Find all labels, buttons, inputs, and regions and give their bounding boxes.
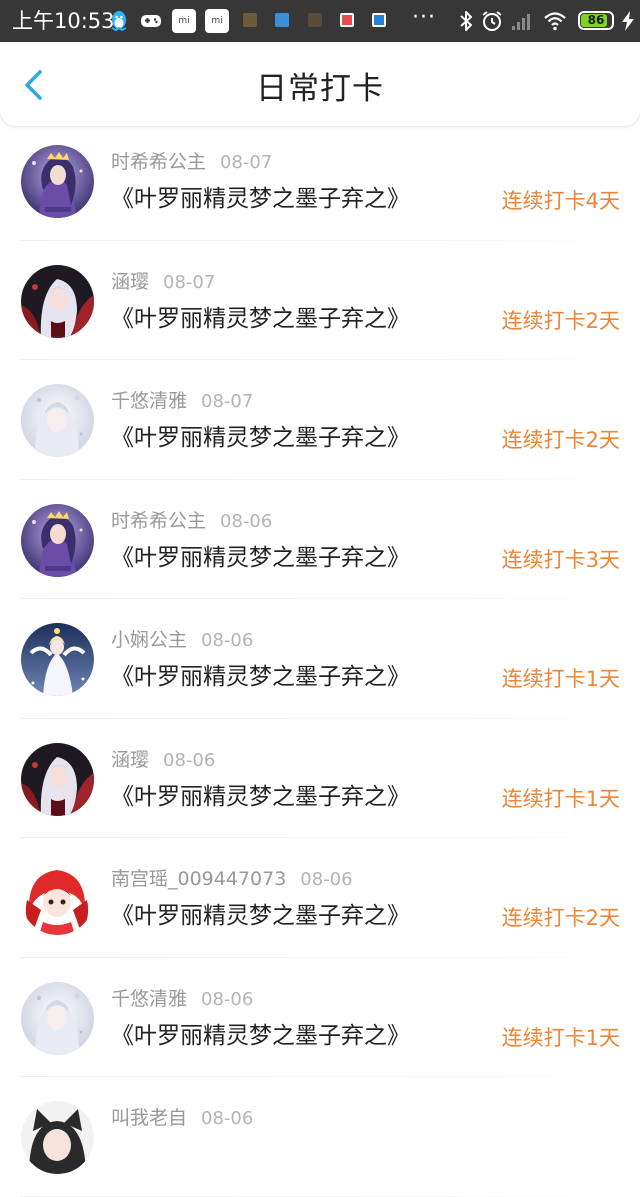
qq-icon: [111, 11, 127, 32]
app-notification-icon: [372, 13, 386, 27]
avatar[interactable]: [21, 981, 94, 1055]
status-bar: 上午10:53 mi mi ··· 86: [0, 0, 640, 42]
username-text[interactable]: 时希希公主: [111, 151, 206, 173]
checkin-item[interactable]: 南宫瑶_009447073 08-06 《叶罗丽精灵梦之墨子弃之》 连续打卡2天: [0, 838, 640, 958]
book-title: 《叶罗丽精灵梦之墨子弃之》: [111, 544, 410, 571]
username[interactable]: 叫我老自 08-06: [111, 1105, 253, 1132]
checkin-date: 08-06: [201, 630, 254, 651]
book-title: 《叶罗丽精灵梦之墨子弃之》: [111, 903, 410, 929]
bluetooth-icon: [460, 11, 472, 31]
wifi-icon: [544, 12, 566, 31]
item-divider: [20, 1195, 620, 1197]
avatar[interactable]: [21, 862, 94, 935]
checkin-date: 08-07: [163, 271, 216, 293]
checkin-item[interactable]: 涵璎 08-07 《叶罗丽精灵梦之墨子弃之》 连续打卡2天: [0, 241, 640, 360]
checkin-date: 08-06: [300, 869, 353, 890]
mi-icon: mi: [172, 9, 196, 33]
mi-icon: mi: [205, 9, 229, 33]
streak-label: 连续打卡1天: [501, 786, 620, 811]
book-title: 《叶罗丽精灵梦之墨子弃之》: [111, 664, 410, 690]
username[interactable]: 时希希公主 08-06: [111, 508, 272, 535]
checkin-date: 08-06: [201, 1108, 254, 1129]
checkin-item[interactable]: 时希希公主 08-07 《叶罗丽精灵梦之墨子弃之》 连续打卡4天: [0, 121, 640, 241]
username[interactable]: 小娴公主 08-06: [111, 627, 253, 654]
checkin-item[interactable]: 小娴公主 08-06 《叶罗丽精灵梦之墨子弃之》 连续打卡1天: [0, 599, 640, 719]
streak-label: 连续打卡1天: [501, 667, 620, 691]
username-text[interactable]: 千悠清雅: [111, 390, 187, 412]
battery-icon: 86: [578, 11, 614, 30]
avatar[interactable]: [21, 742, 94, 816]
checkin-date: 08-06: [163, 749, 216, 771]
username-text[interactable]: 涵璎: [111, 749, 149, 771]
avatar[interactable]: [21, 384, 94, 457]
avatar[interactable]: [21, 503, 94, 577]
avatar[interactable]: [21, 623, 94, 696]
app-notification-icon: [308, 13, 322, 27]
checkin-item[interactable]: 涵璎 08-06 《叶罗丽精灵梦之墨子弃之》 连续打卡1天: [0, 719, 640, 838]
username[interactable]: 千悠清雅 08-07: [111, 388, 253, 415]
streak-label: 连续打卡2天: [501, 308, 620, 333]
title-bar: 日常打卡: [0, 42, 640, 126]
app-notification-icon: [243, 13, 257, 27]
username-text[interactable]: 小娴公主: [111, 629, 187, 651]
username-text[interactable]: 南宫瑶_009447073: [111, 868, 286, 890]
username[interactable]: 涵璎 08-06: [111, 747, 215, 774]
book-title: 《叶罗丽精灵梦之墨子弃之》: [111, 425, 410, 451]
streak-label: 连续打卡3天: [501, 547, 620, 572]
checkin-item[interactable]: 时希希公主 08-06 《叶罗丽精灵梦之墨子弃之》 连续打卡3天: [0, 480, 640, 599]
username-text[interactable]: 涵璎: [111, 271, 149, 293]
checkin-date: 08-07: [201, 391, 254, 412]
username-text[interactable]: 千悠清雅: [111, 988, 187, 1010]
checkin-list: 时希希公主 08-07 《叶罗丽精灵梦之墨子弃之》 连续打卡4天 涵璎 08-07 《叶罗…: [0, 121, 640, 1197]
battery-percent: 86: [587, 13, 605, 27]
checkin-item[interactable]: 叫我老自 08-06: [0, 1077, 640, 1197]
status-time: 上午10:53: [12, 9, 115, 33]
username[interactable]: 时希希公主 08-07: [111, 149, 272, 176]
page-title: 日常打卡: [256, 71, 384, 107]
username-text[interactable]: 叫我老自: [111, 1107, 187, 1129]
streak-label: 连续打卡2天: [501, 906, 620, 930]
book-title: 《叶罗丽精灵梦之墨子弃之》: [111, 186, 410, 212]
checkin-date: 08-06: [201, 988, 254, 1010]
app-notification-icon: [275, 13, 289, 27]
book-title: 《叶罗丽精灵梦之墨子弃之》: [111, 783, 410, 810]
charging-icon: [622, 11, 634, 31]
streak-label: 连续打卡1天: [501, 1025, 620, 1050]
avatar[interactable]: [21, 145, 94, 218]
alarm-icon: [482, 11, 502, 31]
streak-label: 连续打卡2天: [501, 428, 620, 452]
gamepad-icon: [141, 15, 161, 27]
username[interactable]: 涵璎 08-07: [111, 269, 215, 296]
checkin-date: 08-06: [220, 510, 273, 532]
avatar[interactable]: [21, 264, 94, 338]
username[interactable]: 南宫瑶_009447073 08-06: [111, 866, 353, 893]
book-title: 《叶罗丽精灵梦之墨子弃之》: [111, 305, 410, 332]
username[interactable]: 千悠清雅 08-06: [111, 986, 253, 1013]
streak-label: 连续打卡4天: [501, 189, 620, 213]
username-text[interactable]: 时希希公主: [111, 510, 206, 532]
checkin-item[interactable]: 千悠清雅 08-07 《叶罗丽精灵梦之墨子弃之》 连续打卡2天: [0, 360, 640, 480]
app-notification-icon: [340, 13, 354, 27]
book-title: 《叶罗丽精灵梦之墨子弃之》: [111, 1022, 410, 1049]
checkin-item[interactable]: 千悠清雅 08-06 《叶罗丽精灵梦之墨子弃之》 连续打卡1天: [0, 958, 640, 1077]
checkin-date: 08-07: [220, 152, 273, 173]
signal-icon: [512, 14, 530, 30]
more-dots-icon: ···: [412, 5, 436, 30]
